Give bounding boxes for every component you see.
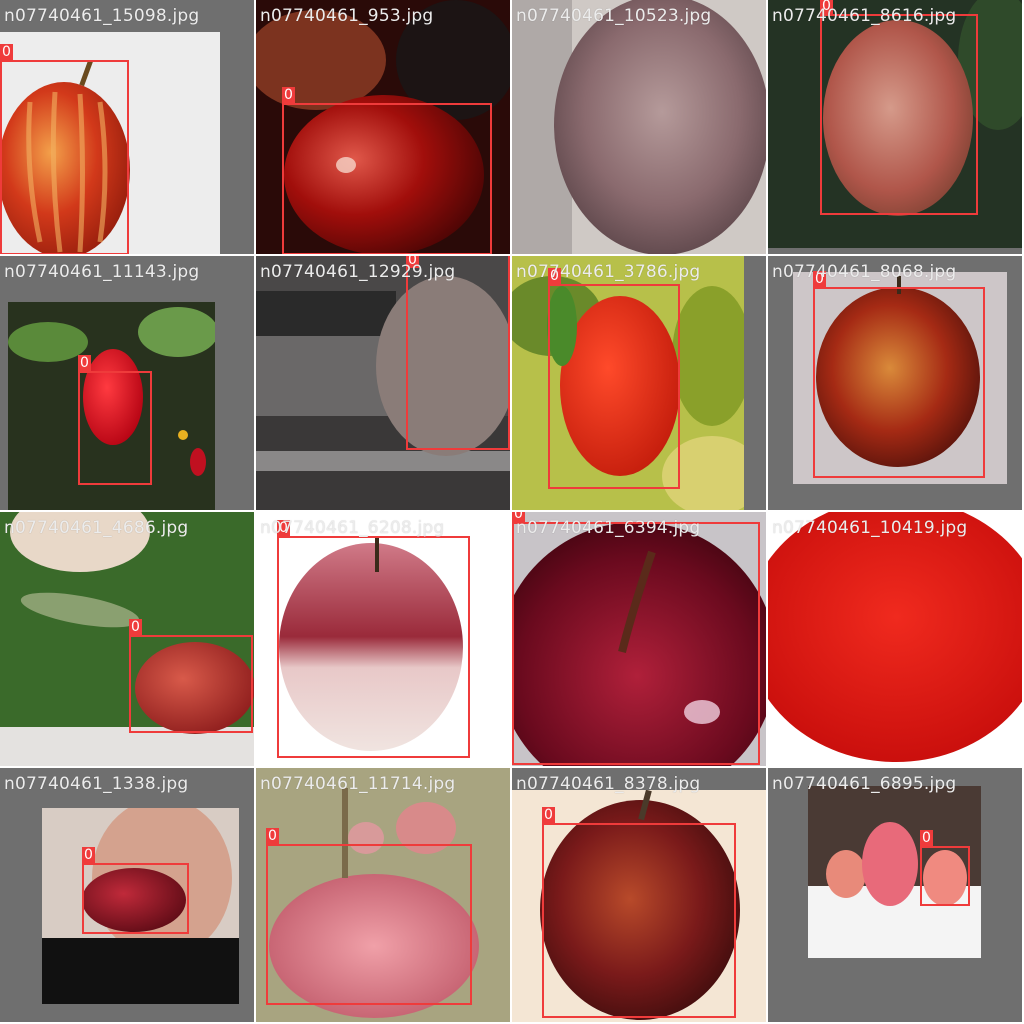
bbox-class-label: 0 — [542, 807, 555, 823]
image-tile[interactable]: n07740461_6394.jpg 0 — [512, 512, 768, 768]
bounding-box[interactable]: 0 — [82, 847, 189, 934]
image-tile[interactable]: n07740461_6208.jpg 0 — [256, 512, 512, 768]
image-tile[interactable]: n07740461_11714.jpg 0 — [256, 768, 512, 1024]
image-tile[interactable]: n07740461_10419.jpg — [768, 512, 1024, 768]
filename-label: n07740461_11714.jpg — [260, 774, 456, 794]
bbox-class-label: 0 — [82, 847, 95, 863]
image-tile[interactable]: n07740461_4686.jpg 0 — [0, 512, 256, 768]
bbox-class-label: 0 — [0, 44, 13, 60]
filename-label: n07740461_12929.jpg — [260, 262, 456, 282]
image-tile[interactable]: n07740461_1338.jpg 0 — [0, 768, 256, 1024]
image-tile[interactable]: n07740461_6895.jpg 0 — [768, 768, 1024, 1024]
image-tile[interactable]: n07740461_953.jpg 0 — [256, 0, 512, 256]
image-tile[interactable]: n07740461_12929.jpg 0 — [256, 256, 512, 512]
filename-label: n07740461_8378.jpg — [516, 774, 701, 794]
bounding-box[interactable]: 0 — [277, 520, 470, 758]
image-tile[interactable]: n07740461_11143.jpg 0 — [0, 256, 256, 512]
image-tile[interactable]: n07740461_8068.jpg 0 — [768, 256, 1024, 512]
image-tile[interactable]: n07740461_3786.jpg 0 — [512, 256, 768, 512]
bbox-class-label: 0 — [282, 87, 295, 103]
filename-label: n07740461_3786.jpg — [516, 262, 701, 282]
bounding-box[interactable]: 0 — [542, 807, 736, 1018]
bounding-box[interactable]: 0 — [820, 0, 978, 215]
filename-label: n07740461_6208.jpg — [260, 518, 445, 538]
image-tile[interactable]: n07740461_15098.jpg 0 — [0, 0, 256, 256]
bbox-class-label: 0 — [78, 355, 91, 371]
filename-label: n07740461_8616.jpg — [772, 6, 957, 26]
image-tile[interactable]: n07740461_8616.jpg 0 — [768, 0, 1024, 256]
bounding-box[interactable]: 0 — [512, 512, 760, 765]
filename-label: n07740461_953.jpg — [260, 6, 434, 26]
image-tile[interactable]: n07740461_8378.jpg 0 — [512, 768, 768, 1024]
filename-label: n07740461_10419.jpg — [772, 518, 968, 538]
filename-label: n07740461_15098.jpg — [4, 6, 200, 26]
filename-label: n07740461_1338.jpg — [4, 774, 189, 794]
bbox-class-label: 0 — [129, 619, 142, 635]
filename-label: n07740461_6895.jpg — [772, 774, 957, 794]
bbox-class-label: 0 — [920, 830, 933, 846]
apple-photo — [768, 512, 1022, 766]
filename-label: n07740461_8068.jpg — [772, 262, 957, 282]
bounding-box[interactable]: 0 — [813, 271, 985, 478]
bounding-box[interactable]: 0 — [920, 830, 970, 906]
bounding-box[interactable]: 0 — [0, 44, 129, 254]
bounding-box[interactable]: 0 — [129, 619, 253, 733]
image-tile[interactable]: n07740461_10523.jpg — [512, 0, 768, 256]
filename-label: n07740461_10523.jpg — [516, 6, 712, 26]
bounding-box[interactable]: 0 — [406, 256, 510, 450]
apple-photo — [512, 0, 766, 254]
filename-label: n07740461_6394.jpg — [516, 518, 701, 538]
bounding-box[interactable]: 0 — [266, 828, 472, 1005]
filename-label: n07740461_11143.jpg — [4, 262, 200, 282]
image-grid: n07740461_15098.jpg 0 n07740461_953.jpg … — [0, 0, 1024, 1024]
filename-label: n07740461_4686.jpg — [4, 518, 189, 538]
bounding-box[interactable]: 0 — [282, 87, 492, 254]
bounding-box[interactable]: 0 — [548, 268, 680, 489]
bbox-class-label: 0 — [266, 828, 279, 844]
bounding-box[interactable]: 0 — [78, 355, 152, 485]
